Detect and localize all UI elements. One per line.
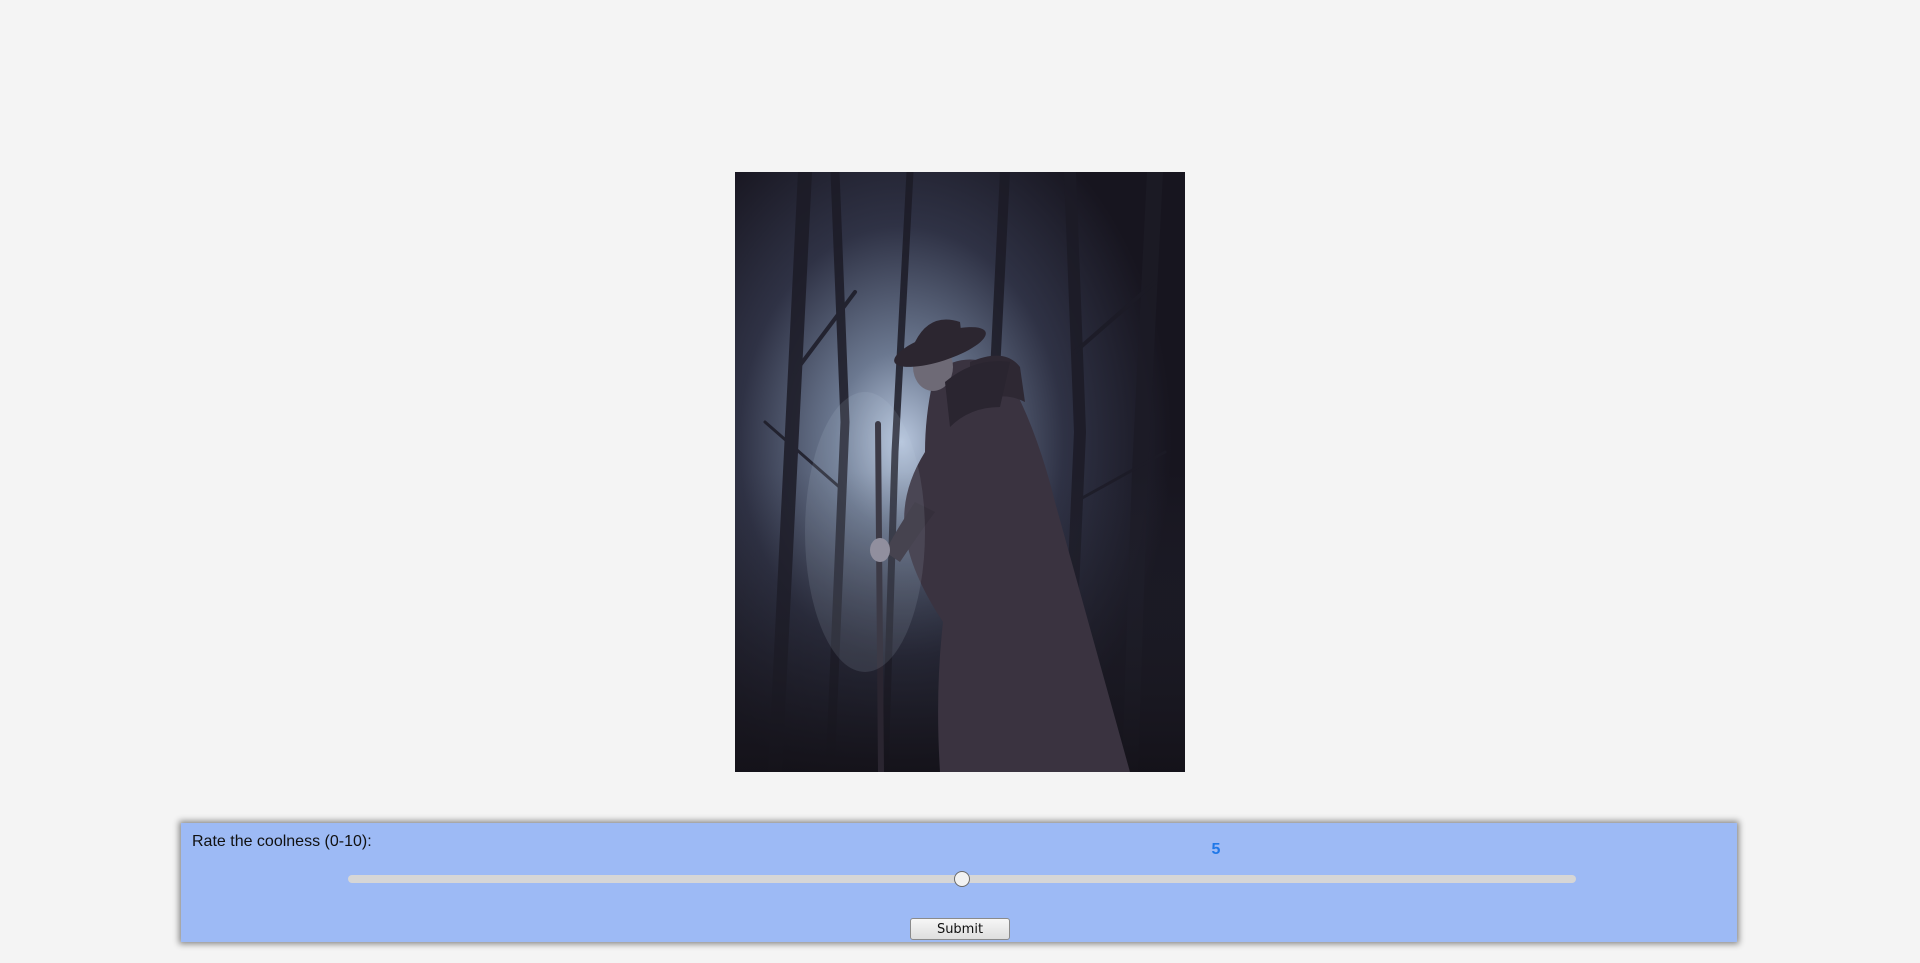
coolness-slider[interactable] [348,871,1576,887]
forest-wanderer-image [735,172,1185,772]
page: Rate the coolness (0-10): 5 Submit [0,0,1920,963]
rating-label: Rate the coolness (0-10): [192,833,372,850]
rating-value-display: 5 [1211,841,1221,858]
rating-panel: Rate the coolness (0-10): 5 Submit [181,823,1737,942]
slider-thumb[interactable] [954,871,970,887]
photo-illustration [735,172,1185,772]
submit-button[interactable]: Submit [910,918,1010,940]
